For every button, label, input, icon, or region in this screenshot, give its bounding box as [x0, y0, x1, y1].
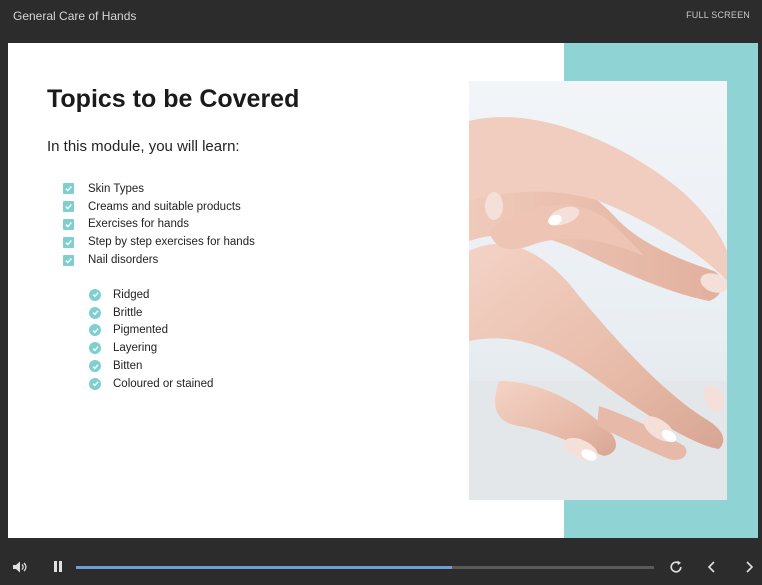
disorder-label: Layering [113, 342, 158, 355]
checkbox-check-icon [63, 254, 74, 266]
course-title: General Care of Hands [13, 9, 137, 23]
list-item: Coloured or stained [89, 375, 213, 393]
list-item: Ridged [89, 286, 213, 304]
check-circle-icon [89, 324, 101, 337]
check-circle-icon [89, 306, 101, 319]
previous-icon[interactable] [704, 559, 720, 575]
topic-label: Creams and suitable products [88, 200, 241, 213]
slide-intro: In this module, you will learn: [47, 138, 240, 155]
disorder-label: Pigmented [113, 324, 168, 337]
check-circle-icon [89, 288, 101, 301]
topic-label: Skin Types [88, 182, 145, 195]
disorder-label: Coloured or stained [113, 377, 214, 390]
volume-icon[interactable] [12, 560, 28, 574]
checkbox-check-icon [63, 201, 74, 213]
disorder-label: Bitten [113, 360, 143, 373]
check-circle-icon [89, 360, 101, 373]
checkbox-check-icon [63, 183, 74, 195]
slide-title: Topics to be Covered [47, 85, 300, 113]
topic-label: Exercises for hands [88, 218, 189, 231]
check-circle-icon [89, 377, 101, 390]
list-item: Pigmented [89, 322, 213, 340]
topic-label: Nail disorders [88, 254, 159, 267]
check-circle-icon [89, 342, 101, 355]
progress-fill [76, 566, 452, 569]
disorder-label: Brittle [113, 306, 143, 319]
list-item: Creams and suitable products [63, 198, 255, 216]
topics-list: Skin Types Creams and suitable products … [63, 180, 255, 269]
player-controls [0, 548, 762, 585]
list-item: Nail disorders [63, 251, 255, 269]
progress-bar[interactable] [76, 566, 654, 569]
nail-disorders-list: Ridged Brittle Pigmented Layering Bitten… [89, 286, 213, 393]
hands-photo [469, 81, 727, 500]
list-item: Brittle [89, 304, 213, 322]
pause-icon[interactable] [52, 560, 64, 574]
list-item: Bitten [89, 357, 213, 375]
topic-label: Step by step exercises for hands [88, 236, 255, 249]
fullscreen-button[interactable]: FULL SCREEN [686, 10, 750, 20]
top-bar: General Care of Hands FULL SCREEN [0, 0, 762, 36]
list-item: Skin Types [63, 180, 255, 198]
slide: Topics to be Covered In this module, you… [8, 43, 758, 538]
checkbox-check-icon [63, 236, 74, 248]
list-item: Layering [89, 339, 213, 357]
next-icon[interactable] [741, 559, 757, 575]
disorder-label: Ridged [113, 288, 150, 301]
list-item: Exercises for hands [63, 216, 255, 234]
replay-icon[interactable] [668, 559, 684, 575]
checkbox-check-icon [63, 218, 74, 230]
list-item: Step by step exercises for hands [63, 233, 255, 251]
